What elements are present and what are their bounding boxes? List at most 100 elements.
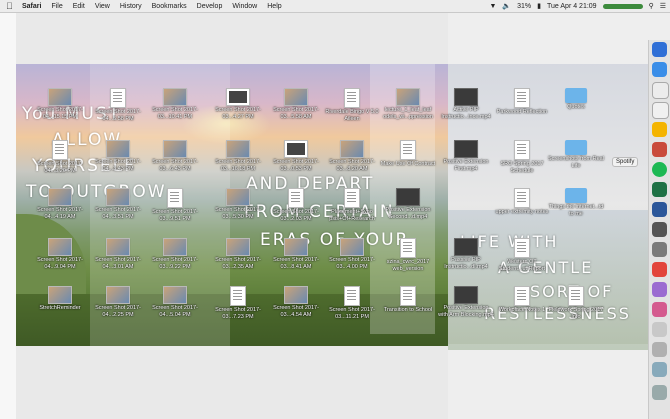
file-label: Screen Shot 2017-03...6.43 PM (152, 159, 198, 172)
desktop-file-icon[interactable]: Things the internet...td to me (548, 188, 604, 217)
battery-icon[interactable]: ▮ (537, 2, 541, 10)
desktop-file-icon[interactable]: Screen Shot 2017-03...9.51 PM (147, 188, 203, 222)
desktop-file-icon[interactable]: Western OT Student...ut Report (494, 238, 550, 272)
desktop-file-icon[interactable]: Screen Shot 2017-03...0.53 PM (268, 140, 324, 172)
app-icon[interactable] (652, 322, 667, 337)
desktop-file-icon[interactable]: Workplace Notes 1 (494, 286, 550, 314)
downloads-icon[interactable] (652, 362, 667, 377)
finder-icon[interactable] (652, 82, 669, 99)
safari-icon[interactable] (652, 62, 667, 77)
notes-icon[interactable] (652, 122, 667, 137)
desktop-file-icon[interactable]: Screen Shot 2017-04...5.58 PM (90, 88, 146, 122)
desktop-file-icon[interactable]: Screenshots from Real Life (548, 140, 604, 169)
calendar-icon[interactable] (652, 102, 669, 119)
desktop-file-icon[interactable]: Screen Shot 2017-04...3.43 PM (90, 140, 146, 172)
desktop-file-icon[interactable]: SRO Spring 2017 Schedule (494, 140, 550, 174)
app-icon[interactable] (652, 302, 667, 317)
volume-icon[interactable]: 🔈 (502, 2, 511, 10)
menu-develop[interactable]: Develop (197, 3, 223, 10)
desktop-file-icon[interactable]: Screen Shot 2017-03...4.54 AM (268, 286, 324, 318)
menu-file[interactable]: File (51, 3, 62, 10)
desktop-file-icon[interactable]: lecture_1_leaf_leaf odels_wi...ppression (380, 88, 436, 120)
menu-help[interactable]: Help (267, 3, 281, 10)
file-label: Screen Shot 2017-04...9.04 PM (37, 257, 83, 270)
desktop-file-icon[interactable]: Screen Shot 2017-03...10.41 PM (147, 88, 203, 120)
file-label: Screen Shot 2017-03...9.22 PM (152, 257, 198, 270)
desktop-file-icon[interactable]: Placement+Syno psis+Of+Research (324, 188, 380, 222)
document-icon (400, 286, 416, 306)
menu-list: Safari File Edit View History Bookmarks … (22, 0, 292, 12)
excel-icon[interactable] (652, 182, 667, 197)
menu-bookmarks[interactable]: Bookmarks (152, 3, 187, 10)
app-icon[interactable] (652, 342, 667, 357)
desktop-file-icon[interactable]: StretchReminder (32, 286, 88, 312)
desktop-file-icon[interactable]: Positive Extension First.mp4 (438, 140, 494, 172)
file-label: Riverdale Bingo V 5.0 Aileen (325, 109, 379, 122)
file-label: szina_cwrc_2017 web_version (386, 259, 430, 272)
desktop-file-icon[interactable]: Screen Shot 2017-04...15.15 PM (32, 88, 88, 120)
document-icon (400, 238, 416, 258)
spotify-icon[interactable] (652, 162, 667, 177)
desktop-file-icon[interactable]: Screen Shot 2017-04...3.01 AM (90, 238, 146, 270)
menu-view[interactable]: View (95, 3, 110, 10)
file-label: Placement+Syno psis+Of+Research (329, 209, 375, 222)
desktop-file-icon[interactable]: Screen Shot 2017-04...5.04 PM (147, 286, 203, 318)
desktop-file-icon[interactable]: Screen Shot 2017-03...4.27 PM (210, 88, 266, 120)
app-icon[interactable] (652, 262, 667, 277)
screenshot-icon (48, 88, 72, 106)
desktop-file-icon[interactable]: Screen Shot 2017-03...4.00 PM (324, 238, 380, 270)
desktop-file-icon[interactable]: Screen Shot 2017-03...8.20 AM (324, 140, 380, 172)
desktop-file-icon[interactable]: Screen Shot 2017-04...2.25 PM (90, 286, 146, 318)
spotlight-icon[interactable]: ⚲ (649, 2, 654, 10)
desktop-file-icon[interactable]: Riverdale Bingo V 5.0 Aileen (324, 88, 380, 122)
desktop-file-icon[interactable]: Screen Shot 2017-03...6.43 PM (147, 140, 203, 172)
photos-icon[interactable] (652, 142, 667, 157)
desktop-file-icon[interactable]: Screen Shot 2017-03...9.22 PM (147, 238, 203, 270)
desktop-file-icon[interactable]: Parkwood Reflection (494, 88, 550, 116)
desktop-file-icon[interactable]: Screen Shot 2017-03...2.35 AM (210, 238, 266, 270)
clock[interactable]: Tue Apr 4 21:09 (547, 3, 597, 10)
screenshot-icon (48, 188, 72, 206)
wifi-icon[interactable]: ▼ (489, 3, 496, 10)
notification-center-icon[interactable]: ☰ (660, 2, 666, 10)
desktop-file-icon[interactable]: Active PIP Instructio...ince.mp4 (438, 88, 494, 120)
menu-app-name[interactable]: Safari (22, 3, 41, 10)
file-label: Screen Shot 2017-03...11.21 PM (329, 307, 375, 320)
desktop-file-icon[interactable]: upper extremity notes (494, 188, 550, 216)
desktop-file-icon[interactable]: Make Use Of Contract (380, 140, 436, 168)
desktop-file-icon[interactable]: Quotes (548, 88, 604, 111)
desktop-file-icon[interactable]: Screen Shot 2017-03...2.03 PM (268, 188, 324, 222)
desktop-file-icon[interactable]: Screen Shot 2017-03...7.23 PM (210, 286, 266, 320)
desktop-file-icon[interactable]: Screen Shot 2017-04...3.51 PM (90, 188, 146, 220)
desktop-file-icon[interactable]: Screen Shot 2017-03...5.58 AM (268, 88, 324, 120)
desktop-file-icon[interactable]: Screen Shot 2017-03...11.21 PM (324, 286, 380, 320)
app-icon[interactable] (652, 242, 667, 257)
menu-edit[interactable]: Edit (73, 3, 85, 10)
system-preferences-icon[interactable] (652, 222, 667, 237)
document-icon (344, 286, 360, 306)
desktop-file-icon[interactable]: Screen Shot 2017-03...16.18 PM (210, 140, 266, 172)
document-icon (514, 286, 530, 306)
apple-menu-icon[interactable]:  (6, 1, 13, 11)
menu-window[interactable]: Window (232, 3, 257, 10)
document-icon (110, 88, 126, 108)
app-icon[interactable] (652, 282, 667, 297)
desktop-file-icon[interactable]: Transition to School (380, 286, 436, 314)
desktop-file-icon[interactable]: szina_cwrc_2017 web_version (380, 238, 436, 272)
battery-percent[interactable]: 31% (517, 3, 531, 10)
desktop-file-icon[interactable]: Fieldwork Spring 2017 Info (548, 286, 604, 320)
trash-icon[interactable] (652, 385, 667, 400)
desktop-file-icon[interactable]: Screen Shot 2017-04...4.19 AM (32, 188, 88, 220)
desktop-file-icon[interactable]: Positive Extension with Arm Blocking.mp4 (438, 286, 494, 318)
app-store-icon[interactable] (652, 42, 667, 57)
desktop-file-icon[interactable]: Screen Shot 2017-03...8.41 AM (268, 238, 324, 270)
desktop-file-icon[interactable]: Screen Shot 2017-04...9.04 PM (32, 238, 88, 270)
screenshot-icon (106, 188, 130, 206)
desktop-file-icon[interactable]: Passive PIP Instructio...dl.mp4 (438, 238, 494, 270)
desktop-file-icon[interactable]: Screen Shot 2017-03...5.30 PM (210, 188, 266, 220)
file-label: Screen Shot 2017-04...3.51 PM (95, 207, 141, 220)
desktop-file-icon[interactable]: Screen Shot 2017-04...3.20 PM (32, 140, 88, 174)
menu-history[interactable]: History (120, 3, 142, 10)
word-icon[interactable] (652, 202, 667, 217)
desktop-file-icon[interactable]: Positive Extension Second...d.mp4 (380, 188, 436, 220)
